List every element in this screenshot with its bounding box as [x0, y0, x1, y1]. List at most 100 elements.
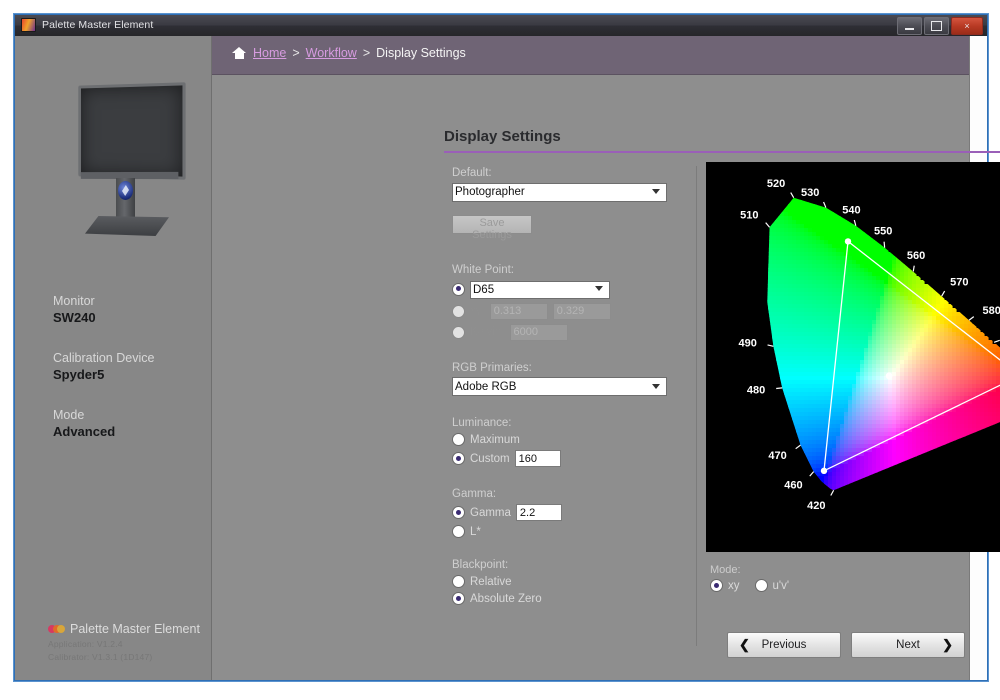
blackpoint-relative-row[interactable]: Relative	[452, 575, 677, 588]
breadcrumb-home-link[interactable]: Home	[253, 46, 286, 60]
monitor-screen	[78, 82, 185, 180]
breadcrumb-current: Display Settings	[376, 46, 466, 60]
previous-button[interactable]: ❮ Previous	[727, 632, 841, 658]
whitepoint-select[interactable]: D65	[470, 281, 610, 299]
monitor-label: Monitor	[53, 294, 203, 308]
mode-xy-radio[interactable]	[710, 579, 723, 592]
svg-text:560: 560	[907, 250, 925, 262]
mode-uv-label: u'v'	[773, 580, 790, 592]
calibrator-version: Calibrator: V1.3.1 (1D147)	[48, 652, 228, 662]
whitepoint-xy-radio[interactable]	[452, 305, 465, 318]
home-icon[interactable]	[232, 46, 247, 60]
window-body: Monitor SW240 Calibration Device Spyder5…	[15, 36, 987, 680]
chevron-left-icon: ❮	[739, 637, 750, 653]
monitor-illustration	[61, 80, 191, 240]
content-area: Home > Workflow > Display Settings Displ…	[212, 36, 987, 680]
luminance-custom-input[interactable]	[515, 450, 561, 467]
svg-text:480: 480	[747, 385, 765, 397]
calibration-device-value: Spyder5	[53, 367, 203, 382]
xy-y-input[interactable]	[553, 303, 611, 320]
chromaticity-diagram: 4204604704804905105205305405505605705805…	[706, 162, 1000, 552]
sidebar-info: Monitor SW240 Calibration Device Spyder5…	[53, 294, 203, 465]
gamma-radio[interactable]	[452, 506, 465, 519]
svg-text:570: 570	[950, 276, 968, 288]
desktop-background: Palette Master Element × Monitor	[0, 0, 1000, 700]
title-underline	[444, 151, 1000, 153]
diagram-mode-group: Mode: xy u'v'	[710, 564, 799, 592]
page-title: Display Settings	[444, 128, 561, 145]
gamma-input[interactable]	[516, 504, 562, 521]
luminance-group: Luminance: Maximum Custom	[452, 417, 677, 467]
application-window: Palette Master Element × Monitor	[14, 14, 988, 681]
blackpoint-relative-label: Relative	[470, 576, 512, 588]
luminance-max-row[interactable]: Maximum	[452, 433, 677, 446]
navigation-buttons: ❮ Previous Next ❯	[727, 632, 965, 658]
kelvin-input[interactable]	[510, 324, 568, 341]
brand-name: Palette Master Element	[70, 622, 200, 636]
whitepoint-preset-row: D65	[452, 280, 677, 299]
whitepoint-label: White Point:	[452, 264, 677, 276]
breadcrumb-bar: Home > Workflow > Display Settings	[212, 36, 969, 75]
next-button[interactable]: Next ❯	[851, 632, 965, 658]
chevron-right-icon: ❯	[942, 637, 953, 653]
save-settings-button[interactable]: Save Settings	[452, 215, 532, 234]
minimize-icon	[905, 28, 914, 30]
luminance-custom-label: Custom	[470, 453, 510, 465]
luminance-maximum-radio[interactable]	[452, 433, 465, 446]
mode-uv-radio[interactable]	[755, 579, 768, 592]
sidebar: Monitor SW240 Calibration Device Spyder5…	[15, 36, 212, 680]
primaries-group: RGB Primaries: Adobe RGB	[452, 362, 677, 397]
diagram-mode-row: xy u'v'	[710, 579, 799, 592]
svg-text:580: 580	[983, 305, 1000, 317]
gamma-group: Gamma: Gamma L*	[452, 488, 677, 538]
calibration-device-label: Calibration Device	[53, 351, 203, 365]
whitepoint-xy-row: xy:	[452, 303, 677, 320]
app-logo-icon	[21, 18, 36, 32]
window-controls: ×	[897, 17, 983, 35]
close-icon: ×	[964, 22, 969, 31]
blackpoint-absolute-row[interactable]: Absolute Zero	[452, 592, 677, 605]
monitor-stand-base	[85, 216, 169, 236]
window-title: Palette Master Element	[42, 19, 153, 31]
maximize-button[interactable]	[924, 17, 949, 35]
whitepoint-preset-radio[interactable]	[452, 283, 465, 296]
whitepoint-kelvin-radio[interactable]	[452, 326, 465, 339]
breadcrumb-separator-1: >	[292, 46, 299, 60]
next-button-label: Next	[896, 639, 920, 651]
kelvin-label: Kelvin:	[470, 326, 505, 338]
gamma-lstar-row[interactable]: L*	[452, 525, 677, 538]
gamma-label: Gamma:	[452, 488, 677, 500]
minimize-button[interactable]	[897, 17, 922, 35]
gamma-value-row[interactable]: Gamma	[452, 504, 677, 521]
luminance-maximum-label: Maximum	[470, 434, 520, 446]
svg-text:420: 420	[807, 500, 825, 512]
mode-label: Mode	[53, 408, 203, 422]
xy-x-input[interactable]	[490, 303, 548, 320]
primaries-label: RGB Primaries:	[452, 362, 677, 374]
gamma-lstar-label: L*	[470, 526, 481, 538]
blackpoint-relative-radio[interactable]	[452, 575, 465, 588]
monitor-badge-icon	[118, 181, 133, 200]
maximize-icon	[931, 21, 942, 31]
settings-form: Default: Photographer Save Settings Whit…	[452, 167, 677, 605]
whitepoint-group: White Point: D65 xy:	[452, 264, 677, 341]
blackpoint-group: Blackpoint: Relative Absolute Zero	[452, 559, 677, 605]
default-select[interactable]: Photographer	[452, 183, 667, 202]
gamma-option-label: Gamma	[470, 507, 511, 519]
breadcrumb: Home > Workflow > Display Settings	[232, 46, 466, 60]
blackpoint-label: Blackpoint:	[452, 559, 677, 571]
svg-text:460: 460	[784, 480, 802, 492]
close-button[interactable]: ×	[951, 17, 983, 35]
gamma-lstar-radio[interactable]	[452, 525, 465, 538]
luminance-custom-row[interactable]: Custom	[452, 450, 677, 467]
luminance-label: Luminance:	[452, 417, 677, 429]
whitepoint-select-wrap: D65	[470, 280, 610, 299]
mode-xy-label: xy	[728, 580, 740, 592]
brand-dots-icon	[48, 625, 64, 634]
blackpoint-absolute-radio[interactable]	[452, 592, 465, 605]
breadcrumb-workflow-link[interactable]: Workflow	[306, 46, 357, 60]
luminance-custom-radio[interactable]	[452, 452, 465, 465]
cie-diagram-svg: 4204604704804905105205305405505605705805…	[706, 162, 1000, 552]
primaries-select[interactable]: Adobe RGB	[452, 377, 667, 396]
xy-label: xy:	[470, 305, 485, 317]
